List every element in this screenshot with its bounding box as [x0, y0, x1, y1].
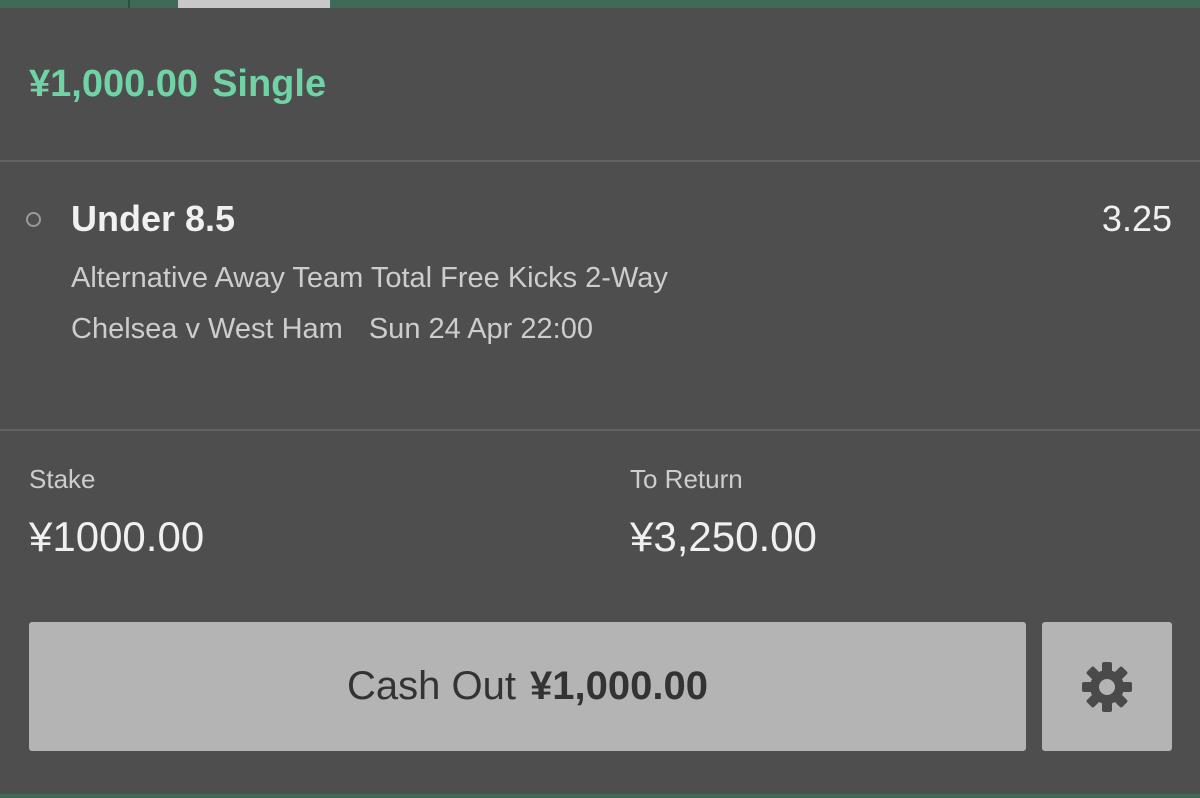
gear-icon [1082, 661, 1132, 712]
stake-value: ¥1000.00 [29, 513, 205, 560]
event-time: Sun 24 Apr 22:00 [368, 313, 593, 345]
bet-type: Single [212, 62, 327, 105]
cash-out-button[interactable]: Cash Out ¥1,000.00 [29, 622, 1026, 751]
cash-out-label: Cash Out [347, 664, 516, 708]
selection-odds: 3.25 [1101, 198, 1172, 239]
return-value: ¥3,250.00 [630, 513, 817, 560]
active-tab-indicator[interactable] [178, 0, 330, 8]
event-name: Chelsea v West Ham [71, 313, 343, 345]
selection-name: Under 8.5 [71, 198, 236, 239]
bottom-bar [0, 794, 1200, 798]
selection-status-icon [26, 212, 41, 227]
bet-card: ¥1,000.00 Single Under 8.5 3.25 Alternat… [0, 0, 1200, 798]
cash-out-amount: ¥1,000.00 [530, 664, 708, 708]
header-divider [0, 160, 1200, 162]
stake-label: Stake [29, 464, 96, 494]
tab-divider [128, 0, 130, 8]
bet-header: ¥1,000.00 Single [29, 58, 326, 110]
selection-divider [0, 429, 1200, 431]
return-label: To Return [630, 464, 743, 494]
bet-stake-amount: ¥1,000.00 [29, 62, 199, 105]
market-name: Alternative Away Team Total Free Kicks 2… [71, 262, 668, 294]
event-line: Chelsea v West Ham Sun 24 Apr 22:00 [71, 313, 593, 346]
cash-out-settings-button[interactable] [1042, 622, 1172, 751]
